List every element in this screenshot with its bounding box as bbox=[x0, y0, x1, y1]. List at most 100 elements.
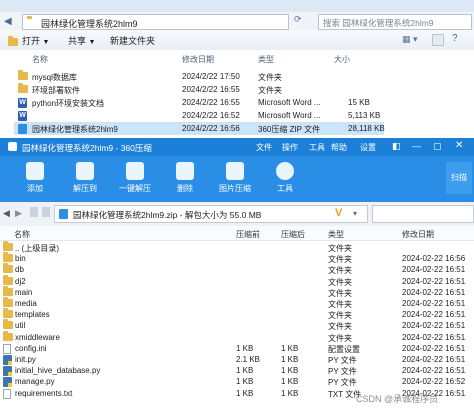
dropdown-arrow-icon[interactable]: ▾ bbox=[353, 209, 357, 218]
tool-button[interactable]: 添加 bbox=[10, 162, 60, 194]
column-header-size[interactable]: 大小 bbox=[334, 54, 350, 65]
menu-tools[interactable]: 工具 bbox=[309, 142, 325, 153]
zip-col-compressed[interactable]: 压缩前 bbox=[236, 229, 260, 240]
explorer-cell-name: 环境部署软件 bbox=[32, 86, 80, 95]
zip-cell-name: main bbox=[15, 287, 33, 297]
folder-icon bbox=[18, 70, 28, 80]
zip-list-header: 名称 压缩前 压缩后 类型 修改日期 bbox=[0, 226, 474, 241]
explorer-row[interactable]: Wpython环境安装文档 2024/2/22 16:55 Microsoft Wo… bbox=[14, 96, 384, 109]
column-header-type[interactable]: 类型 bbox=[258, 54, 274, 65]
zip-cell-name: manage.py bbox=[15, 377, 55, 387]
explorer-row[interactable]: 园林绿化管理系统2hlm9 2024/2/22 16:56 360压缩 ZIP 文件… bbox=[14, 122, 385, 135]
zip-path-field[interactable]: 园林绿化管理系统2hlm9.zip - 解包大小为 55.0 MB V ▾ bbox=[54, 205, 368, 223]
zip-cell-c: 1 KB bbox=[236, 366, 254, 376]
preview-pane-icon[interactable] bbox=[432, 34, 444, 46]
zip-row[interactable]: .. (上级目录) 文件夹 bbox=[0, 241, 474, 253]
zip-cell-name: db bbox=[15, 265, 24, 275]
nav-back-icon[interactable]: ◀ bbox=[3, 208, 10, 219]
column-header-name[interactable]: 名称 bbox=[32, 54, 48, 65]
nav-forward-icon[interactable]: ▶ bbox=[15, 208, 22, 219]
zip-row[interactable]: main 文件夹 2024-02-22 16:51 bbox=[0, 285, 474, 298]
open-button[interactable]: 打开 ▼ bbox=[8, 34, 49, 47]
open-label: 打开 bbox=[22, 36, 41, 46]
zip-cell-date: 2024-02-22 16:51 bbox=[402, 366, 466, 376]
zip-row[interactable]: templates 文件夹 2024-02-22 16:51 bbox=[0, 308, 474, 320]
explorer-cell-date: 2024/2/22 16:52 bbox=[182, 111, 240, 120]
zip-row[interactable]: xmiddleware 文件夹 2024-02-22 16:51 bbox=[0, 330, 474, 343]
up-level-icon[interactable] bbox=[42, 207, 50, 217]
menu-settings[interactable]: 设置 bbox=[360, 142, 376, 153]
zip-row[interactable]: manage.py 1 KB 1 KB PY 文件 2024-02-22 16:52 bbox=[0, 376, 474, 388]
zip-cell-date: 2024-02-22 16:51 bbox=[402, 321, 466, 331]
maximize-icon[interactable]: ▢ bbox=[433, 141, 442, 152]
explorer-toolbar: 打开 ▼ 共享 ▼ 新建文件夹 ▦ ▾ ? bbox=[0, 30, 474, 51]
menu-help[interactable]: 帮助 bbox=[331, 142, 347, 153]
tool-button[interactable]: 删除 bbox=[160, 162, 210, 194]
zip-col-date[interactable]: 修改日期 bbox=[402, 229, 434, 240]
tool-label: 一键解压 bbox=[119, 184, 151, 193]
zip-col-uncompressed[interactable]: 压缩后 bbox=[281, 229, 305, 240]
delete-icon bbox=[176, 162, 194, 180]
view-options-icon[interactable]: ▦ ▾ bbox=[402, 34, 418, 45]
zip-cell-name: config.ini bbox=[15, 343, 47, 353]
folder-icon bbox=[18, 83, 28, 93]
zip-row[interactable]: util 文件夹 2024-02-22 16:51 bbox=[0, 319, 474, 331]
back-arrow-icon[interactable]: ◀ bbox=[4, 16, 18, 27]
menu-file[interactable]: 文件 bbox=[256, 142, 272, 153]
zip-col-type[interactable]: 类型 bbox=[328, 229, 344, 240]
zip-col-name[interactable]: 名称 bbox=[14, 229, 30, 240]
tool-label: 添加 bbox=[27, 184, 43, 193]
zip-row[interactable]: bin 文件夹 2024-02-22 16:56 bbox=[0, 252, 474, 264]
tool-button[interactable]: 工具 bbox=[260, 162, 310, 194]
zip-icon bbox=[18, 124, 27, 134]
minimize-icon[interactable]: — bbox=[412, 141, 421, 151]
share-button[interactable]: 共享 ▼ bbox=[68, 34, 95, 47]
view-mode-icon[interactable] bbox=[30, 207, 38, 217]
explorer-row[interactable]: W 2024/2/22 16:52 Microsoft Word ... 5,113 … bbox=[14, 109, 384, 122]
dropdown-arrow-icon: ▼ bbox=[88, 39, 96, 46]
search-input[interactable]: 搜索 园林绿化管理系统2hlm9 bbox=[318, 14, 472, 30]
zip-cell-u: 1 KB bbox=[281, 388, 299, 398]
zip-cell-name: templates bbox=[15, 310, 50, 320]
tool-button[interactable]: 一键解压 bbox=[110, 162, 160, 194]
refresh-icon[interactable]: ⟳ bbox=[294, 14, 306, 28]
zip-cell-u: 1 KB bbox=[281, 343, 299, 353]
theme-icon[interactable]: ◧ bbox=[392, 141, 401, 152]
zip-row[interactable]: init.py 2.1 KB 1 KB PY 文件 2024-02-22 16:51 bbox=[0, 354, 474, 365]
zip-cell-date: 2024-02-22 16:51 bbox=[402, 332, 466, 342]
extract-to-icon bbox=[76, 162, 94, 180]
app-logo-icon bbox=[8, 142, 17, 151]
folder-icon bbox=[3, 241, 13, 251]
zip-cell-name: requirements.txt bbox=[15, 388, 73, 398]
zip-cell-date: 2024-02-22 16:52 bbox=[402, 377, 466, 387]
new-folder-button[interactable]: 新建文件夹 bbox=[110, 34, 155, 47]
menu-operation[interactable]: 操作 bbox=[282, 142, 298, 153]
tool-button[interactable]: 解压到 bbox=[60, 162, 110, 194]
folder-icon bbox=[3, 319, 13, 330]
zip-row[interactable]: db 文件夹 2024-02-22 16:51 bbox=[0, 263, 474, 275]
zip-row[interactable]: config.ini 1 KB 1 KB 配置设置 2024-02-22 16:51 bbox=[0, 343, 474, 354]
scan-button[interactable]: 扫描 bbox=[446, 162, 472, 194]
tool-button[interactable]: 图片压缩 bbox=[210, 162, 260, 194]
folder-icon bbox=[3, 330, 13, 341]
explorer-cell-name: 园林绿化管理系统2hlm9 bbox=[32, 125, 118, 134]
zip-cell-c: 2.1 KB bbox=[236, 355, 261, 364]
zip-cell-date: 2024-02-22 16:56 bbox=[402, 254, 466, 264]
help-icon[interactable]: ? bbox=[452, 33, 458, 44]
zip-cell-date: 2024-02-22 16:51 bbox=[402, 355, 466, 364]
share-label: 共享 bbox=[68, 36, 87, 46]
zip-row[interactable]: initial_hive_database.py 1 KB 1 KB PY 文件 202… bbox=[0, 365, 474, 377]
explorer-row[interactable]: mysql数据库 2024/2/22 17:50 文件夹 bbox=[14, 70, 384, 83]
explorer-row[interactable]: 环境部署软件 2024/2/22 16:55 文件夹 bbox=[14, 83, 384, 96]
zip-path-bar: ◀ ▶ 园林绿化管理系统2hlm9.zip - 解包大小为 55.0 MB V … bbox=[0, 202, 474, 227]
zip-row[interactable]: media 文件夹 2024-02-22 16:51 bbox=[0, 297, 474, 309]
chevron-down-icon[interactable]: V bbox=[335, 207, 342, 219]
explorer-cell-date: 2024/2/22 16:55 bbox=[182, 98, 240, 107]
address-field[interactable]: 园林绿化管理系统2hlm9 bbox=[22, 14, 289, 30]
explorer-cell-type: 文件夹 bbox=[258, 73, 282, 82]
column-header-date[interactable]: 修改日期 bbox=[182, 54, 214, 65]
zip-search-input[interactable] bbox=[372, 205, 474, 223]
zip-row[interactable]: dj2 文件夹 2024-02-22 16:51 bbox=[0, 274, 474, 287]
zip-cell-name: xmiddleware bbox=[15, 332, 60, 342]
close-icon[interactable]: ✕ bbox=[455, 140, 463, 151]
